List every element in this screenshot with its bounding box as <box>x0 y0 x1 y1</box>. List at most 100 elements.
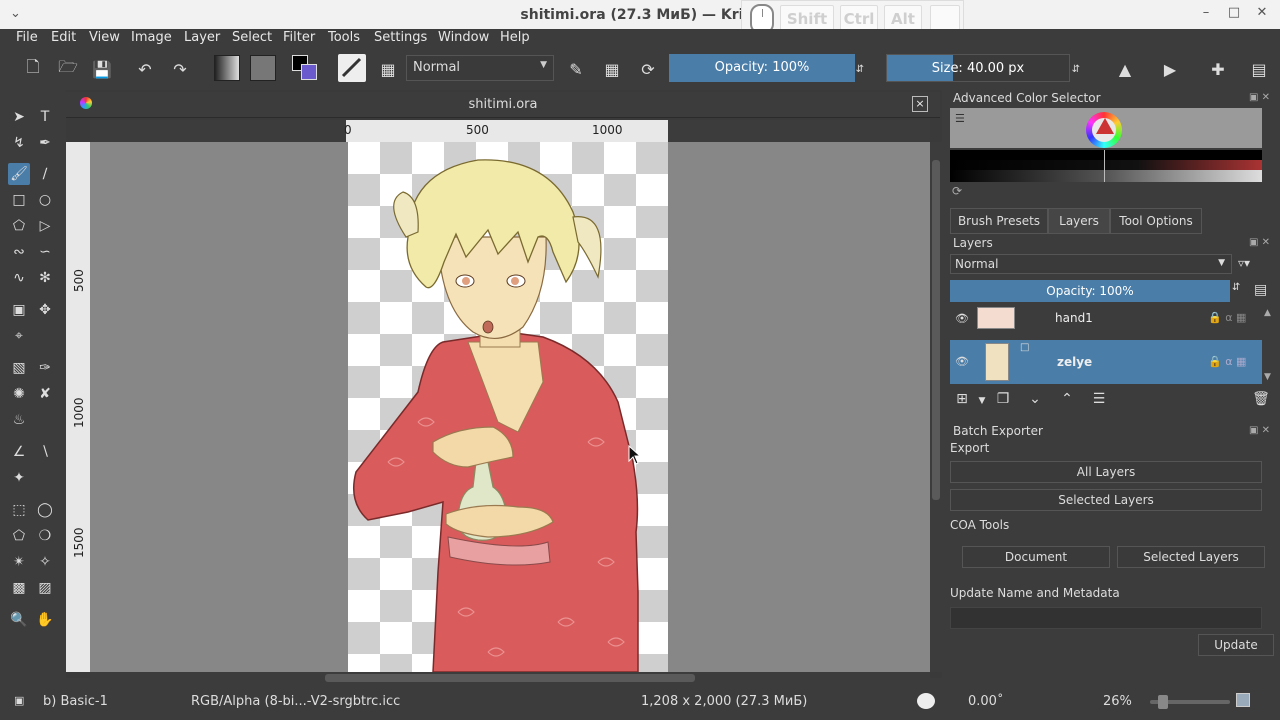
ellipse-select-icon[interactable]: ◯ <box>34 499 56 521</box>
open-folder-icon[interactable]: 🗁 <box>57 57 79 80</box>
wrap-around-icon[interactable]: ✚ <box>1207 58 1229 80</box>
visibility-eye-icon[interactable]: 👁 <box>955 355 969 368</box>
brush-preset-name[interactable]: b) Basic-1 <box>43 694 108 709</box>
undo-icon[interactable]: ↶ <box>134 58 156 80</box>
coa-document-button[interactable]: Document <box>962 546 1110 568</box>
rotation-value[interactable]: 0.00˚ <box>968 694 1003 709</box>
save-icon[interactable]: 💾 <box>91 58 113 80</box>
new-document-icon[interactable]: 🗋 <box>22 57 44 80</box>
calligraphy-icon[interactable]: ✒ <box>34 132 56 154</box>
opacity-slider[interactable]: Opacity: 100% <box>669 54 855 82</box>
measure-tool-icon[interactable]: ∠ <box>8 441 30 463</box>
zoom-slider-handle[interactable] <box>1158 695 1168 709</box>
layer-opacity-slider[interactable]: Opacity: 100% <box>950 280 1230 302</box>
opacity-spin-icon[interactable]: ⇵ <box>855 58 865 80</box>
bezier-select-icon[interactable]: ▩ <box>8 577 30 599</box>
line-tool-icon[interactable]: ∕ <box>34 163 56 185</box>
select-shapes-icon[interactable]: ➤ <box>8 106 30 128</box>
layer-properties-icon[interactable]: ☰ <box>1089 391 1109 411</box>
document-tab[interactable]: shitimi.ora × <box>66 92 940 118</box>
visibility-eye-icon[interactable]: 👁 <box>955 312 969 325</box>
zoom-value[interactable]: 26% <box>1103 694 1132 709</box>
menu-layer[interactable]: Layer <box>184 30 220 45</box>
freehand-select-icon[interactable]: ❍ <box>34 525 56 547</box>
move-tool-icon[interactable]: ✥ <box>34 299 56 321</box>
dynamic-brush-icon[interactable]: ∿ <box>8 267 30 289</box>
dock-float-close-icon[interactable]: ▣ ✕ <box>1249 425 1270 436</box>
menu-settings[interactable]: Settings <box>374 30 427 45</box>
layers-scroll-down-icon[interactable]: ▼ <box>1264 372 1271 382</box>
fg-bg-color-icon[interactable] <box>292 55 320 81</box>
opacity-spin-icon[interactable]: ⇵ <box>1232 282 1240 293</box>
polygon-tool-icon[interactable]: ⬠ <box>8 215 30 237</box>
size-spin-icon[interactable]: ⇵ <box>1071 58 1081 80</box>
lock-alpha-icons[interactable]: 🔒 α ▦ <box>1208 311 1246 324</box>
polyline-tool-icon[interactable]: ▷ <box>34 215 56 237</box>
assistant-tool-icon[interactable]: ✘ <box>34 383 56 405</box>
zoom-tool-icon[interactable]: 🔍 <box>8 609 30 631</box>
smart-patch-icon[interactable]: ✺ <box>8 383 30 405</box>
layer-row-hand1[interactable]: 👁 hand1 🔒 α ▦ <box>950 305 1262 333</box>
alpha-lock-icon[interactable]: ▦ <box>601 58 623 80</box>
rect-select-icon[interactable]: ⬚ <box>8 499 30 521</box>
reload-preset-icon[interactable]: ⟳ <box>637 58 659 80</box>
menu-select[interactable]: Select <box>232 30 272 45</box>
maximize-icon[interactable]: □ <box>1226 5 1242 20</box>
color-picker-icon[interactable]: ✑ <box>34 357 56 379</box>
close-document-button[interactable]: × <box>912 96 928 112</box>
menu-file[interactable]: File <box>16 30 38 45</box>
advanced-color-selector[interactable]: ☰ ⟳ <box>950 108 1262 202</box>
shade-strip[interactable] <box>950 170 1262 182</box>
edit-shapes-icon[interactable]: ↯ <box>8 132 30 154</box>
reference-tool-icon[interactable]: ✦ <box>8 467 30 489</box>
menu-view[interactable]: View <box>89 30 120 45</box>
menu-image[interactable]: Image <box>131 30 172 45</box>
eraser-icon[interactable]: ✎ <box>565 58 587 80</box>
zoom-fit-icon[interactable] <box>1236 693 1250 707</box>
brush-editor-icon[interactable]: ▦ <box>377 58 399 80</box>
polygon-select-icon[interactable]: ⬠ <box>8 525 30 547</box>
add-layer-icon[interactable]: ⊞ <box>952 391 972 411</box>
transform-tool-icon[interactable]: ▣ <box>8 299 30 321</box>
mirror-horizontal-icon[interactable]: ▲ <box>1114 58 1136 80</box>
menu-edit[interactable]: Edit <box>51 30 76 45</box>
rotation-dial-icon[interactable] <box>917 693 935 709</box>
selection-mode-icon[interactable]: ▣ <box>14 694 24 707</box>
perspective-tool-icon[interactable]: ∖ <box>34 441 56 463</box>
shade-strip[interactable] <box>950 150 1262 160</box>
tab-tool-options[interactable]: Tool Options <box>1110 208 1202 234</box>
delete-layer-icon[interactable]: 🗑 <box>1251 391 1271 411</box>
fill-tool-icon[interactable]: ♨ <box>8 409 30 431</box>
menu-window[interactable]: Window <box>438 30 489 45</box>
size-slider[interactable]: Size: 40.00 px <box>886 54 1070 82</box>
chevron-down-icon[interactable]: ▼ <box>972 396 992 416</box>
text-tool-icon[interactable]: T <box>34 106 56 128</box>
ellipse-tool-icon[interactable]: ○ <box>34 189 56 211</box>
menu-tools[interactable]: Tools <box>328 30 360 45</box>
lock-alpha-icons[interactable]: 🔒 α ▦ <box>1208 355 1246 368</box>
shade-strip[interactable] <box>950 160 1262 170</box>
brush-preset-icon[interactable] <box>338 54 366 82</box>
magic-wand-icon[interactable]: ✴ <box>8 551 30 573</box>
gradient-tool-icon[interactable]: ▧ <box>8 357 30 379</box>
blend-mode-select[interactable]: Normal ▼ <box>406 55 554 81</box>
minimize-icon[interactable]: – <box>1198 5 1214 20</box>
menu-help[interactable]: Help <box>500 30 530 45</box>
similar-select-icon[interactable]: ✧ <box>34 551 56 573</box>
move-layer-down-icon[interactable]: ⌄ <box>1025 391 1045 411</box>
horizontal-scrollbar[interactable] <box>90 672 930 684</box>
refresh-icon[interactable]: ⟳ <box>952 184 962 198</box>
layer-row-zelye[interactable]: 👁 □ zelye 🔒 α ▦ <box>950 340 1262 384</box>
dock-float-close-icon[interactable]: ▣ ✕ <box>1249 237 1270 248</box>
layer-blend-select[interactable]: Normal ▼ <box>950 254 1232 274</box>
duplicate-layer-icon[interactable]: ❐ <box>993 391 1013 411</box>
tab-layers[interactable]: Layers <box>1048 208 1110 234</box>
redo-icon[interactable]: ↷ <box>169 58 191 80</box>
rectangle-tool-icon[interactable]: □ <box>8 189 30 211</box>
selector-settings-icon[interactable]: ☰ <box>955 112 965 125</box>
coa-selected-layers-button[interactable]: Selected Layers <box>1117 546 1265 568</box>
crop-tool-icon[interactable]: ⌖ <box>8 325 30 347</box>
scrollbar-thumb[interactable] <box>325 674 695 682</box>
tab-brush-presets[interactable]: Brush Presets <box>950 208 1048 234</box>
export-all-layers-button[interactable]: All Layers <box>950 461 1262 483</box>
